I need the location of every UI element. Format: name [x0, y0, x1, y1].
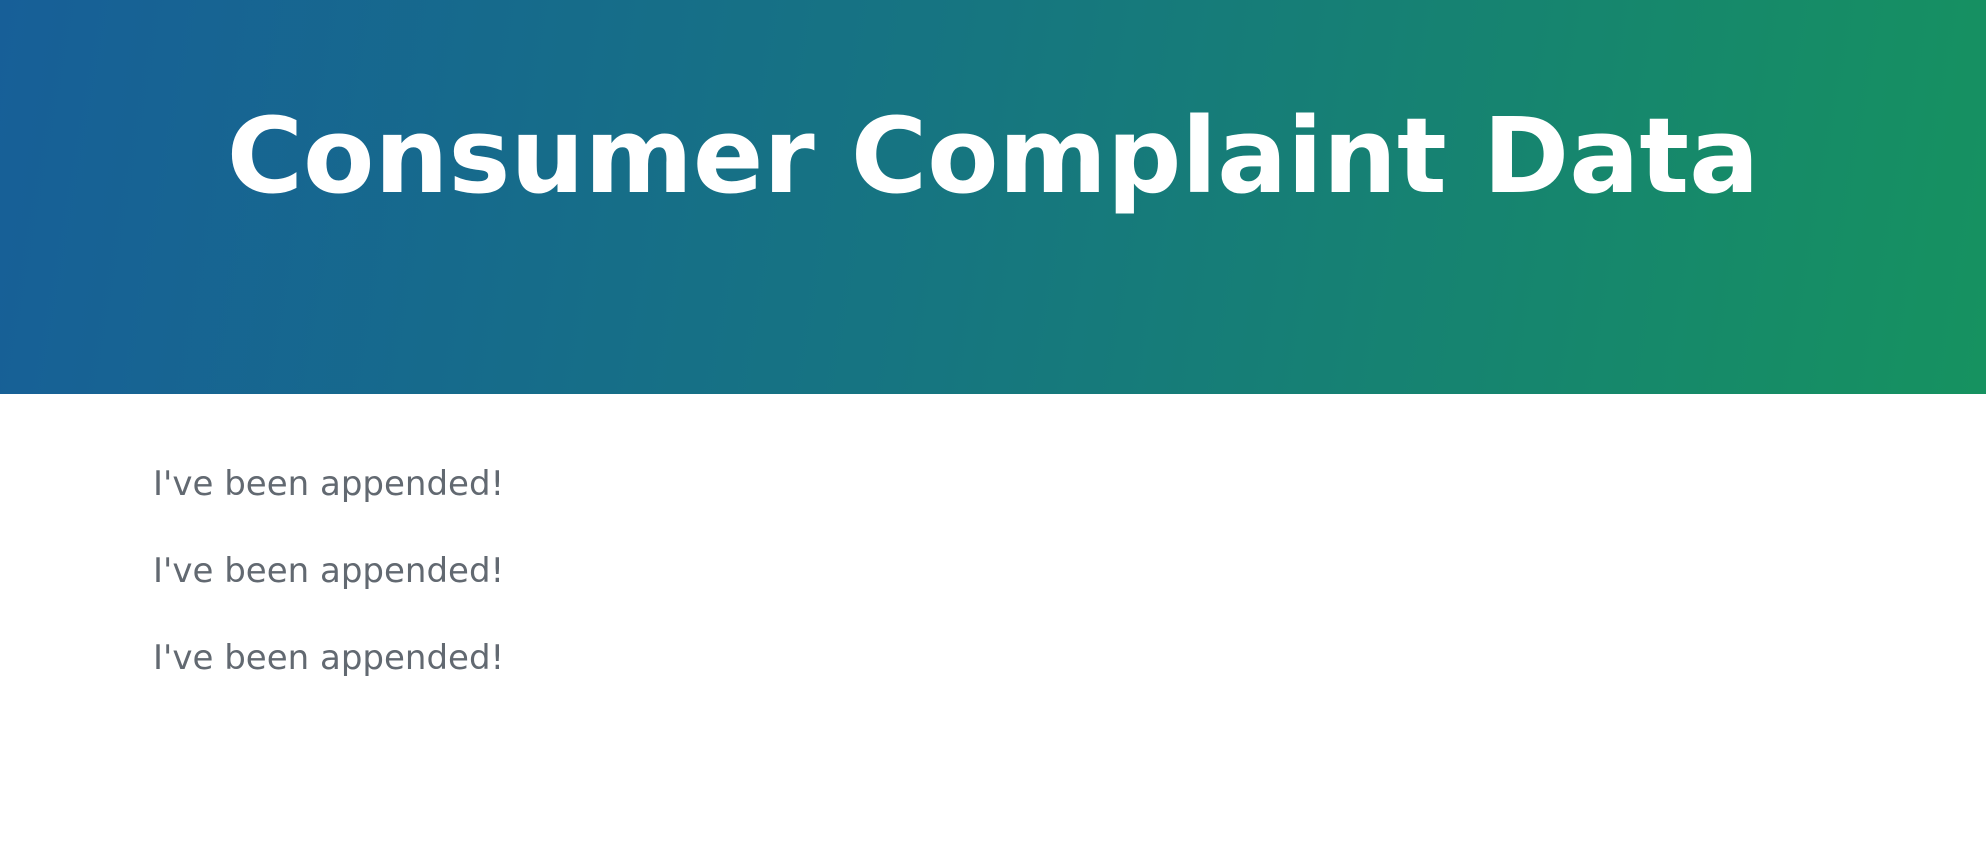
- appended-message: I've been appended!: [153, 464, 505, 504]
- appended-message: I've been appended!: [153, 638, 505, 678]
- appended-message: I've been appended!: [153, 551, 505, 591]
- hero-banner: Consumer Complaint Data: [0, 0, 1986, 394]
- main-content: I've been appended! I've been appended! …: [153, 458, 1853, 719]
- page-title: Consumer Complaint Data: [226, 95, 1760, 217]
